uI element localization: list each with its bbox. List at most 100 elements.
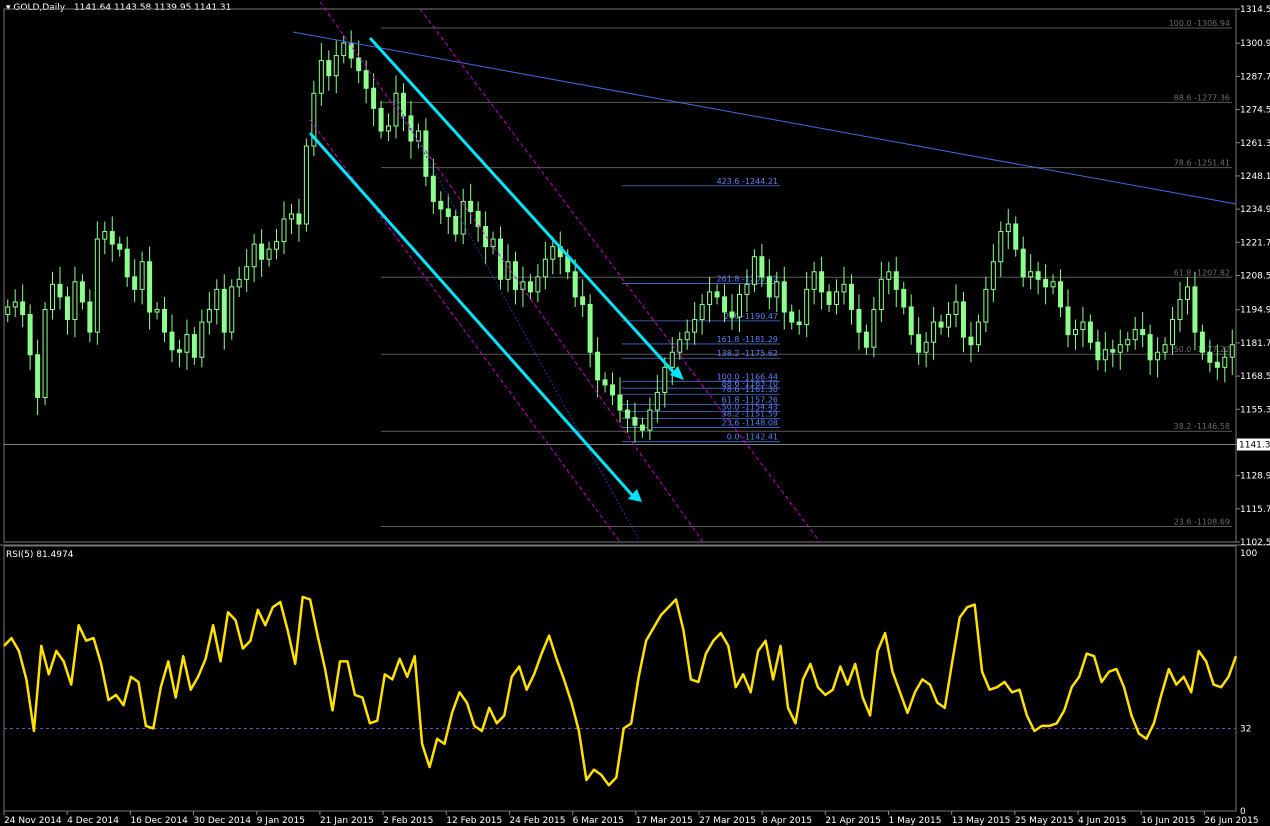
candle-body [1102,349,1108,361]
candle-body [863,331,869,348]
candle-body [512,261,518,290]
candle-body [117,243,123,250]
candle-body [662,366,668,393]
candle-body [639,424,645,431]
candle-body [542,258,548,278]
x-axis-label: 2 Feb 2015 [383,816,433,826]
price-axis-label: 1234.92 [1240,205,1270,215]
price-pane-frame [3,8,1237,543]
candle-body [848,283,854,310]
x-axis-label: 13 May 2015 [952,816,1011,826]
candle-body [826,291,832,305]
candle-body [154,308,160,313]
candle-body [206,308,212,323]
x-axis-label: 24 Feb 2015 [509,816,565,826]
candle-body [57,283,63,298]
candle-body [931,321,937,343]
candle-body [438,200,444,210]
candle-body [1192,286,1198,333]
candle-body [990,261,996,290]
candle-body [236,278,242,288]
candle-body [490,238,496,248]
candle-body [169,331,175,351]
candle-body [699,303,705,321]
x-axis-label: 8 Apr 2015 [762,816,812,826]
candle-body [1005,223,1011,233]
fib-level-label: 23.6 -1108.69 [1174,517,1230,526]
fib-level-label: 100.0 -1306.94 [1169,19,1230,28]
candle-body [1229,344,1235,358]
candle-body [1020,248,1026,278]
fib-level-label: 88.6 -1277.36 [1174,93,1230,102]
candle-body [445,208,451,217]
candle-body [303,145,309,225]
candle-body [654,391,660,411]
candle-body [378,107,384,132]
candle-body [1058,281,1064,308]
fib-ext-label: 23.6 -1148.08 [722,418,778,427]
x-axis-label: 21 Apr 2015 [825,816,881,826]
candle-body [27,314,33,356]
candle-body [251,243,257,268]
candle-body [363,70,369,89]
price-axis-label: 1287.72 [1240,72,1270,82]
candle-body [288,213,294,220]
candle-body [796,321,802,326]
price-axis-label: 1314.52 [1240,5,1270,15]
candle-body [296,213,302,225]
candle-body [393,92,399,127]
candle-body [20,301,26,316]
candle-body [804,288,810,326]
candle-body [774,281,780,298]
candle-body [975,321,981,346]
price-axis-label: 1168.52 [1240,372,1270,382]
candle-body [1065,306,1071,336]
fib-ext-label: 161.8 -1181.29 [717,335,778,344]
candle-body [781,281,787,313]
fib-ext-label: 423.6 -1244.21 [717,177,778,186]
candle-body [759,256,765,278]
candle-body [1095,341,1101,361]
candle-body [1147,334,1153,361]
candle-body [886,271,892,280]
candle-body [348,42,354,59]
candle-body [789,311,795,323]
candle-body [326,60,332,77]
candle-body [176,349,182,353]
candle-body [64,296,70,321]
candle-body [221,288,227,333]
fib-level-label: 38.2 -1146.58 [1174,422,1230,431]
candle-body [834,291,840,305]
candle-body [953,301,959,316]
candle-body [162,308,168,333]
candle-body [632,417,638,426]
candle-body [1199,331,1205,353]
candle-body [109,231,115,245]
candle-body [722,296,728,313]
x-axis-label: 9 Jan 2015 [257,816,305,826]
price-axis-label: 1128.92 [1240,472,1270,482]
candle-body [191,334,197,358]
candle-body [400,92,406,117]
candle-body [595,351,601,381]
candle-body [147,261,153,313]
price-axis-label: 1261.32 [1240,139,1270,149]
candle-body [42,308,48,398]
candle-body [1177,298,1183,321]
candle-body [333,55,339,77]
candle-body [811,271,817,290]
candle-body [12,301,18,308]
price-axis-label: 1208.52 [1240,272,1270,282]
candle-body [1110,349,1116,353]
candle-body [356,57,362,72]
x-axis-label: 16 Dec 2014 [130,816,188,826]
candle-body [72,281,78,321]
candle-body [1222,356,1228,368]
candle-body [468,200,474,212]
candle-body [572,271,578,298]
candle-body [535,276,541,293]
price-axis-label: 1221.72 [1240,238,1270,248]
candle-body [819,271,825,293]
candle-body [729,311,735,318]
x-axis-label: 17 Mar 2015 [636,816,693,826]
